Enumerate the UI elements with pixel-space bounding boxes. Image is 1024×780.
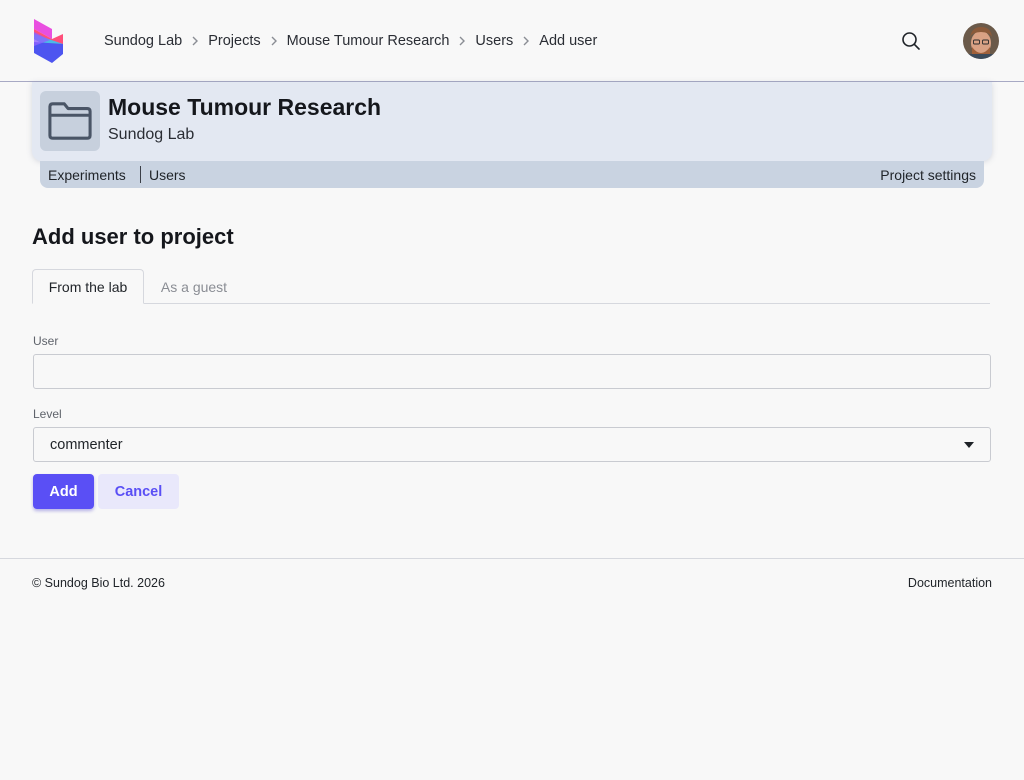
breadcrumb-item-current: Add user (539, 33, 598, 49)
folder-icon (40, 91, 100, 151)
breadcrumb-item-users[interactable]: Users (475, 33, 513, 49)
project-lab-name: Sundog Lab (108, 126, 195, 143)
breadcrumb-item-lab[interactable]: Sundog Lab (104, 33, 182, 49)
chevron-right-icon (449, 36, 475, 46)
breadcrumb-item-project[interactable]: Mouse Tumour Research (287, 33, 450, 49)
footer-copyright: © Sundog Bio Ltd. 2026 (32, 576, 165, 590)
chevron-right-icon (182, 36, 208, 46)
add-button[interactable]: Add (33, 474, 94, 509)
sundog-logo-icon[interactable] (30, 18, 66, 64)
project-header: Mouse Tumour Research Sundog Lab (32, 82, 992, 161)
search-icon[interactable] (900, 30, 922, 52)
top-header: Sundog Lab Projects Mouse Tumour Researc… (0, 0, 1024, 82)
breadcrumb-item-projects[interactable]: Projects (208, 33, 260, 49)
chevron-right-icon (513, 36, 539, 46)
page-title: Add user to project (32, 224, 234, 249)
tab-from-the-lab[interactable]: From the lab (32, 269, 144, 304)
nav-users[interactable]: Users (149, 167, 186, 183)
breadcrumb: Sundog Lab Projects Mouse Tumour Researc… (104, 31, 597, 51)
user-field-label: User (33, 334, 59, 348)
caret-down-icon (964, 442, 974, 448)
cancel-button[interactable]: Cancel (98, 474, 179, 509)
project-nav: Experiments Users Project settings (40, 161, 984, 188)
project-title: Mouse Tumour Research (108, 94, 382, 120)
tab-as-a-guest[interactable]: As a guest (144, 269, 244, 304)
nav-divider (140, 166, 141, 183)
nav-experiments[interactable]: Experiments (48, 167, 126, 183)
documentation-link[interactable]: Documentation (908, 576, 992, 590)
level-selected-value: commenter (50, 437, 123, 453)
level-select[interactable]: commenter (33, 427, 991, 462)
chevron-right-icon (261, 36, 287, 46)
footer-divider (0, 558, 1024, 559)
level-field-label: Level (33, 407, 62, 421)
user-input[interactable] (33, 354, 991, 389)
user-avatar[interactable] (963, 23, 999, 59)
nav-project-settings[interactable]: Project settings (880, 167, 976, 183)
